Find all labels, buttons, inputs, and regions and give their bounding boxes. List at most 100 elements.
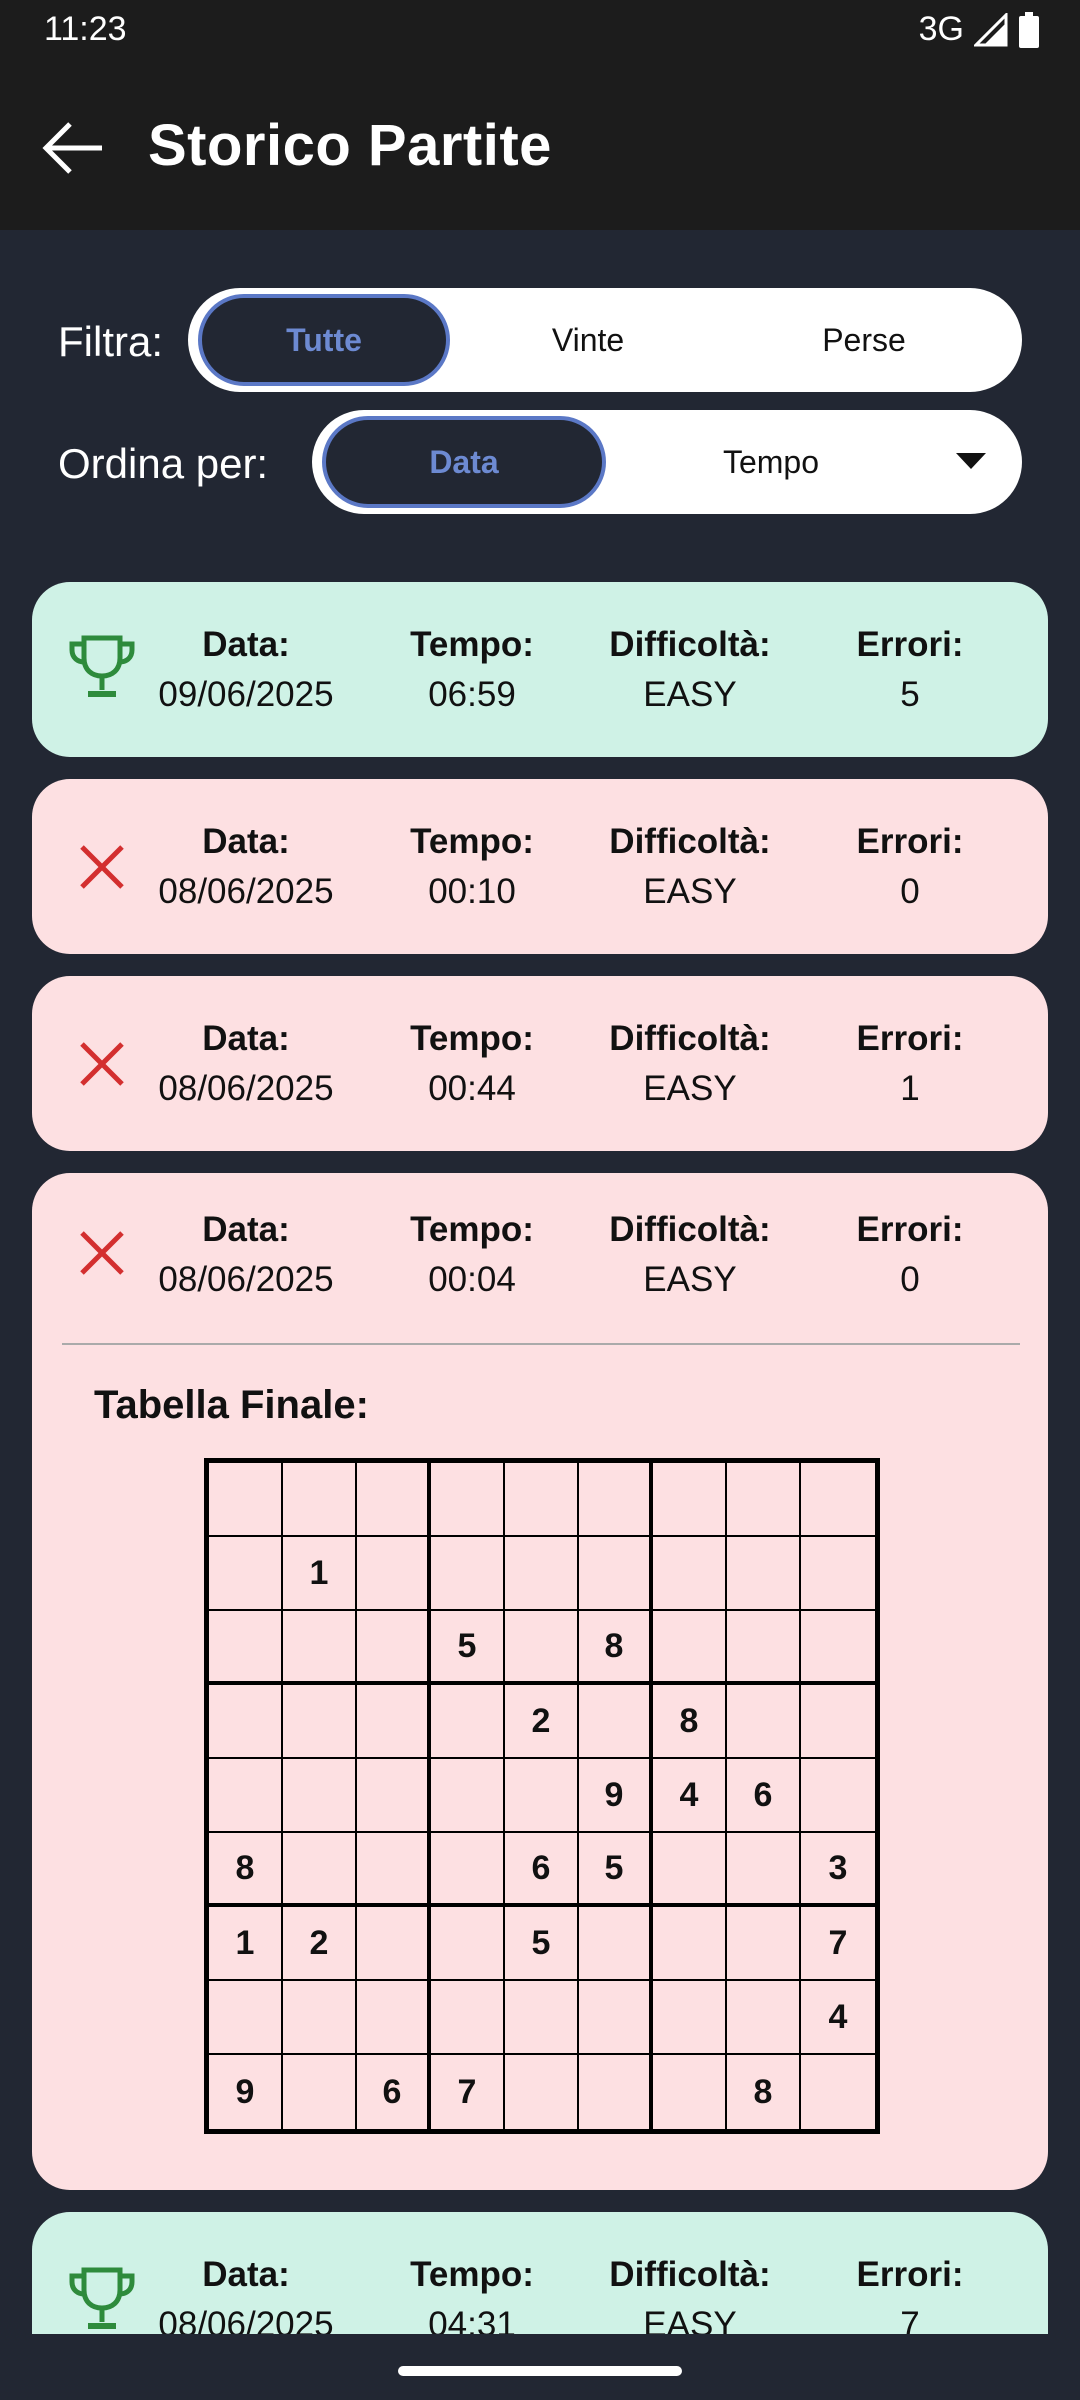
sudoku-cell <box>283 1833 357 1907</box>
navigation-bar <box>0 2334 1080 2400</box>
sudoku-cell <box>653 2055 727 2129</box>
sudoku-cell <box>505 1463 579 1537</box>
sudoku-cell <box>579 1907 653 1981</box>
sudoku-cell <box>727 1833 801 1907</box>
time-label: Tempo: <box>410 1019 534 1058</box>
errors-value: 1 <box>900 1069 920 1108</box>
sudoku-cell <box>357 1981 431 2055</box>
date-value: 09/06/2025 <box>158 675 334 714</box>
difficulty-label: Difficoltà: <box>609 1210 771 1249</box>
sudoku-cell <box>283 1611 357 1685</box>
sudoku-cell <box>801 2055 875 2129</box>
sort-option-tempo[interactable]: Tempo <box>606 416 936 508</box>
sort-dropdown-button[interactable] <box>936 453 1006 471</box>
date-label: Data: <box>202 625 290 664</box>
game-card[interactable]: Data: 08/06/2025 Tempo: 00:44 Difficoltà: E… <box>32 976 1048 1151</box>
final-board-title: Tabella Finale: <box>94 1383 369 1427</box>
sudoku-cell: 7 <box>801 1907 875 1981</box>
sort-option-data[interactable]: Data <box>322 416 606 508</box>
time-label: Tempo: <box>410 1210 534 1249</box>
sudoku-cell <box>283 1685 357 1759</box>
sudoku-cell: 7 <box>431 2055 505 2129</box>
sudoku-cell <box>579 2055 653 2129</box>
divider <box>62 1343 1020 1345</box>
sudoku-cell: 1 <box>283 1537 357 1611</box>
sudoku-cell: 6 <box>357 2055 431 2129</box>
sudoku-cell: 1 <box>209 1907 283 1981</box>
battery-icon <box>1019 11 1039 48</box>
sudoku-cell <box>431 1981 505 2055</box>
filter-option-perse[interactable]: Perse <box>726 294 1002 386</box>
close-icon <box>80 845 124 889</box>
status-time: 11:23 <box>44 10 127 48</box>
app-bar: Storico Partite <box>0 62 1080 230</box>
sudoku-cell <box>505 1611 579 1685</box>
trophy-icon <box>69 2267 135 2329</box>
date-label: Data: <box>202 2255 290 2294</box>
sudoku-cell <box>431 1685 505 1759</box>
date-label: Data: <box>202 1019 290 1058</box>
difficulty-value: EASY <box>643 675 737 714</box>
close-icon <box>80 1231 124 1275</box>
date-value: 08/06/2025 <box>158 1260 334 1299</box>
sudoku-cell <box>357 1833 431 1907</box>
filter-label: Filtra: <box>58 318 163 365</box>
page-title: Storico Partite <box>148 113 552 178</box>
difficulty-label: Difficoltà: <box>609 1019 771 1058</box>
sudoku-cell <box>727 1463 801 1537</box>
errors-value: 0 <box>900 872 920 911</box>
sudoku-cell <box>357 1611 431 1685</box>
errors-label: Errori: <box>856 1019 964 1058</box>
sudoku-cell: 6 <box>727 1759 801 1833</box>
sudoku-cell: 5 <box>579 1833 653 1907</box>
sudoku-cell <box>801 1685 875 1759</box>
game-card-expanded[interactable]: Data: 08/06/2025 Tempo: 00:04 Difficoltà: E… <box>32 1173 1048 2190</box>
sudoku-cell <box>357 1537 431 1611</box>
sudoku-cell <box>209 1537 283 1611</box>
sudoku-cell <box>579 1463 653 1537</box>
home-gesture-handle[interactable] <box>398 2366 682 2376</box>
sudoku-cell <box>209 1463 283 1537</box>
sudoku-cell <box>283 1981 357 2055</box>
sudoku-cell: 5 <box>505 1907 579 1981</box>
difficulty-value: EASY <box>643 872 737 911</box>
date-label: Data: <box>202 1210 290 1249</box>
time-value: 06:59 <box>428 675 516 714</box>
errors-value: 5 <box>900 675 920 714</box>
game-card[interactable]: Data: 08/06/2025 Tempo: 00:10 Difficoltà: E… <box>32 779 1048 954</box>
sudoku-cell <box>727 1907 801 1981</box>
filter-option-tutte[interactable]: Tutte <box>198 294 450 386</box>
sudoku-cell: 4 <box>653 1759 727 1833</box>
sudoku-cell: 9 <box>579 1759 653 1833</box>
sudoku-cell <box>209 1759 283 1833</box>
sudoku-cell <box>579 1685 653 1759</box>
sudoku-cell <box>727 1981 801 2055</box>
caret-down-icon <box>956 453 986 469</box>
sudoku-cell <box>801 1611 875 1685</box>
sudoku-cell <box>653 1611 727 1685</box>
difficulty-label: Difficoltà: <box>609 625 771 664</box>
sudoku-cell: 6 <box>505 1833 579 1907</box>
sudoku-cell: 8 <box>727 2055 801 2129</box>
cellular-signal-icon <box>974 12 1008 46</box>
sudoku-cell <box>209 1685 283 1759</box>
errors-value: 0 <box>900 1260 920 1299</box>
sudoku-cell <box>431 1537 505 1611</box>
arrow-left-icon <box>42 122 102 174</box>
sort-row: Ordina per: Data Tempo <box>58 410 1022 514</box>
sudoku-cell <box>209 1611 283 1685</box>
errors-label: Errori: <box>856 625 964 664</box>
time-value: 00:10 <box>428 872 516 911</box>
sudoku-board: 158289468653125749678 <box>204 1458 880 2134</box>
sudoku-cell <box>505 2055 579 2129</box>
sudoku-cell <box>653 1907 727 1981</box>
back-button[interactable] <box>40 118 110 178</box>
sudoku-cell <box>505 1981 579 2055</box>
sudoku-cell <box>653 1833 727 1907</box>
game-card[interactable]: Data: 09/06/2025 Tempo: 06:59 Difficoltà: E… <box>32 582 1048 757</box>
sudoku-cell <box>357 1463 431 1537</box>
sudoku-cell <box>357 1685 431 1759</box>
sudoku-cell <box>431 1833 505 1907</box>
filter-row: Filtra: Tutte Vinte Perse <box>58 288 1022 392</box>
filter-option-vinte[interactable]: Vinte <box>450 294 726 386</box>
